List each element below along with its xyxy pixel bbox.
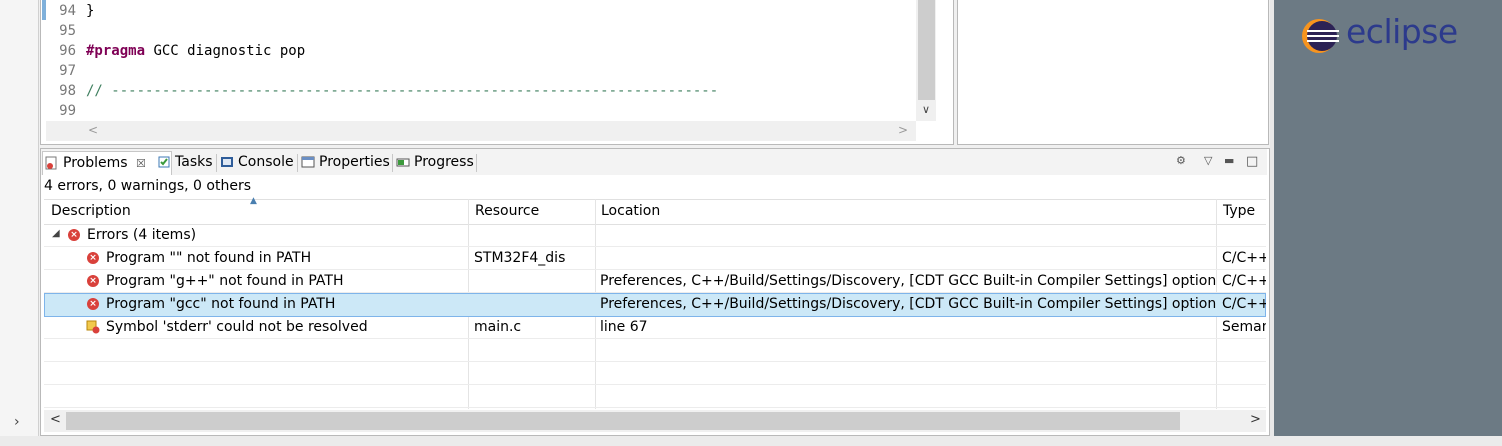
chevron-right-icon[interactable]: ›	[14, 414, 20, 430]
table-row[interactable]: × Program "" not found in PATH STM32F4_d…	[44, 247, 1266, 270]
table-row-group[interactable]: ◢ × Errors (4 items)	[44, 224, 1266, 247]
chevron-right-icon[interactable]: >	[898, 123, 908, 137]
code-comment[interactable]: // -------------------------------------…	[86, 83, 718, 99]
welcome-panel	[1274, 0, 1502, 446]
table-row-empty	[44, 385, 1266, 408]
chevron-right-icon[interactable]: >	[1250, 412, 1261, 427]
location-cell: line 67	[600, 319, 648, 335]
tab-label: Console	[238, 154, 294, 170]
type-cell: C/C++	[1222, 250, 1266, 266]
tab-problems[interactable]: Problems ☒	[42, 151, 172, 175]
outline-panel	[957, 0, 1269, 145]
problems-icon	[45, 156, 57, 170]
column-header-type[interactable]: Type	[1223, 203, 1255, 219]
column-header-location[interactable]: Location	[601, 203, 660, 219]
sort-ascending-icon: ▲	[250, 196, 257, 206]
tasks-icon	[158, 156, 170, 168]
type-cell: C/C++	[1222, 296, 1266, 312]
group-label: Errors (4 items)	[87, 227, 197, 243]
properties-icon	[301, 156, 315, 168]
view-menu-chevron-icon[interactable]: ▽	[1204, 154, 1212, 167]
line-number: 97	[59, 63, 76, 79]
console-icon	[221, 157, 233, 167]
description-cell: Program "g++" not found in PATH	[106, 273, 344, 289]
table-row-empty	[44, 362, 1266, 385]
table-row-selected[interactable]: × Program "gcc" not found in PATH Prefer…	[44, 293, 1266, 317]
description-cell: Program "gcc" not found in PATH	[106, 296, 336, 312]
type-cell: C/C++	[1222, 273, 1266, 289]
resource-cell: main.c	[474, 319, 522, 335]
resource-cell: STM32F4_dis	[474, 250, 566, 266]
line-number: 99	[59, 103, 76, 119]
editor-scroll-thumb[interactable]	[918, 0, 935, 100]
location-cell: Preferences, C++/Build/Settings/Discover…	[600, 273, 1216, 289]
tab-progress[interactable]: Progress	[394, 151, 494, 174]
semantic-error-icon	[86, 320, 100, 334]
close-icon[interactable]: ☒	[136, 157, 146, 170]
editor-horizontal-scrollbar[interactable]: < >	[46, 121, 916, 141]
progress-icon	[396, 158, 410, 167]
maximize-icon[interactable]: □	[1246, 154, 1258, 169]
tab-label: Tasks	[175, 154, 213, 170]
location-cell: Preferences, C++/Build/Settings/Discover…	[600, 296, 1216, 312]
line-number: 94	[59, 3, 76, 19]
table-row-empty	[44, 339, 1266, 362]
chevron-left-icon[interactable]: <	[50, 412, 61, 427]
keyword: #pragma	[86, 43, 146, 59]
code-text: GCC diagnostic pop	[145, 43, 306, 59]
error-icon: ×	[87, 275, 99, 287]
current-line-marker	[42, 0, 46, 20]
minimize-icon[interactable]: ▬	[1224, 154, 1234, 167]
error-icon: ×	[68, 229, 80, 241]
type-cell: Seman	[1222, 319, 1266, 335]
status-bar	[0, 436, 1502, 446]
left-collapsed-panel: ›	[0, 0, 39, 446]
chevron-left-icon[interactable]: <	[88, 123, 98, 137]
expand-triangle-icon[interactable]: ◢	[52, 228, 60, 239]
problems-summary: 4 errors, 0 warnings, 0 others	[44, 178, 252, 194]
line-number: 96	[59, 43, 76, 59]
table-row[interactable]: Symbol 'stderr' could not be resolved ma…	[44, 316, 1266, 339]
line-number: 95	[59, 23, 76, 39]
tab-label: Problems	[63, 155, 128, 171]
error-icon: ×	[87, 298, 99, 310]
tab-label: Progress	[414, 154, 474, 170]
code-line[interactable]: #pragma GCC diagnostic pop	[86, 43, 305, 59]
chevron-down-icon[interactable]: ∨	[918, 102, 934, 118]
view-menu-filter-icon[interactable]: ⚙	[1176, 154, 1186, 167]
error-icon: ×	[87, 252, 99, 264]
tab-label: Properties	[319, 154, 390, 170]
column-header-description[interactable]: Description	[51, 203, 131, 219]
description-cell: Program "" not found in PATH	[106, 250, 312, 266]
eclipse-logo-icon	[1302, 19, 1339, 53]
column-header-resource[interactable]: Resource	[475, 203, 539, 219]
problems-scroll-thumb[interactable]	[66, 412, 1180, 430]
code-line[interactable]: }	[86, 3, 94, 19]
description-cell: Symbol 'stderr' could not be resolved	[106, 319, 368, 335]
table-row[interactable]: × Program "g++" not found in PATH Prefer…	[44, 270, 1266, 293]
line-number: 98	[59, 83, 76, 99]
eclipse-brand-text: eclipse	[1346, 12, 1458, 51]
